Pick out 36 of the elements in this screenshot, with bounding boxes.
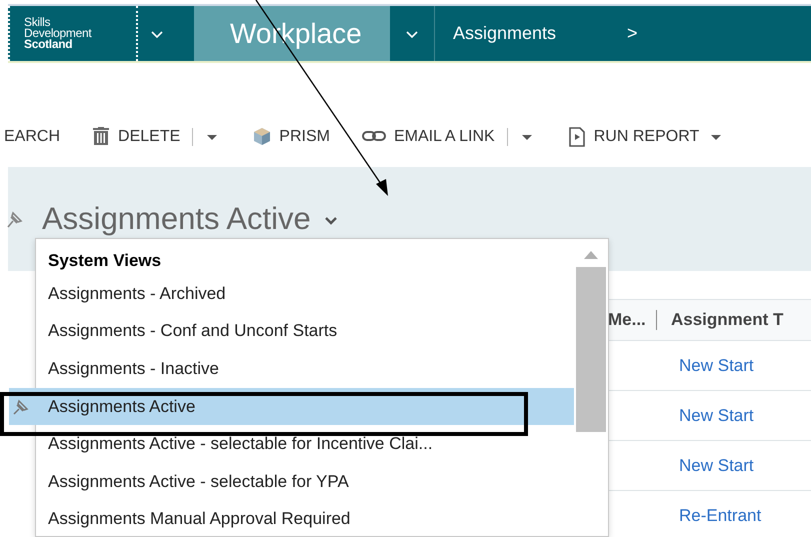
view-title[interactable]: Assignments Active [42,201,311,237]
table-link[interactable]: Re-Entrant [679,506,762,526]
menu-heading: System Views [47,251,162,272]
caret-icon [711,134,722,140]
toolbar-button[interactable]: DELETE [92,127,180,147]
caret-icon [207,134,218,140]
menu-item[interactable]: Assignments - Inactive [36,350,574,388]
cube-icon [254,128,270,145]
next-arrow[interactable]: > [613,6,638,61]
table-link[interactable]: New Start [679,356,754,376]
trash-icon [93,127,110,145]
chevron-down-icon [150,28,164,38]
scroll-up-icon [584,251,598,259]
table-link[interactable]: New Start [679,406,754,426]
toolbar-button[interactable]: EMAIL A LINK [362,127,495,147]
menu-item[interactable]: Assignments - Archived [36,275,574,313]
pin-icon [11,398,31,416]
menu-item[interactable]: Assignments Active [9,388,574,426]
menu-item[interactable]: Assignments Active - selectable for Incentive Clai... [36,425,574,463]
menu-item[interactable]: Assignments Manual Approval Required [36,500,574,537]
menu-item[interactable]: Assignments - Conf and Unconf Starts [36,312,574,350]
scrollbar[interactable] [574,239,608,536]
toolbar-button[interactable]: EARCH [4,128,60,146]
scroll-thumb[interactable] [576,267,606,432]
table-link[interactable]: New Start [679,456,754,476]
column-header[interactable]: Assignment T [671,310,784,330]
toolbar-button[interactable]: PRISM [253,127,330,147]
chevron-down-icon [324,217,337,225]
link-icon [362,131,386,141]
report-icon [568,127,585,147]
toolbar-button[interactable]: RUN REPORT [568,127,700,147]
caret-icon [522,134,532,140]
chevron-down-icon [405,28,419,38]
logo[interactable]: Skills Development Scotland [8,6,138,61]
breadcrumb-link[interactable]: Assignments [435,6,613,61]
menu-item[interactable]: Assignments Active - selectable for YPA [36,462,574,501]
